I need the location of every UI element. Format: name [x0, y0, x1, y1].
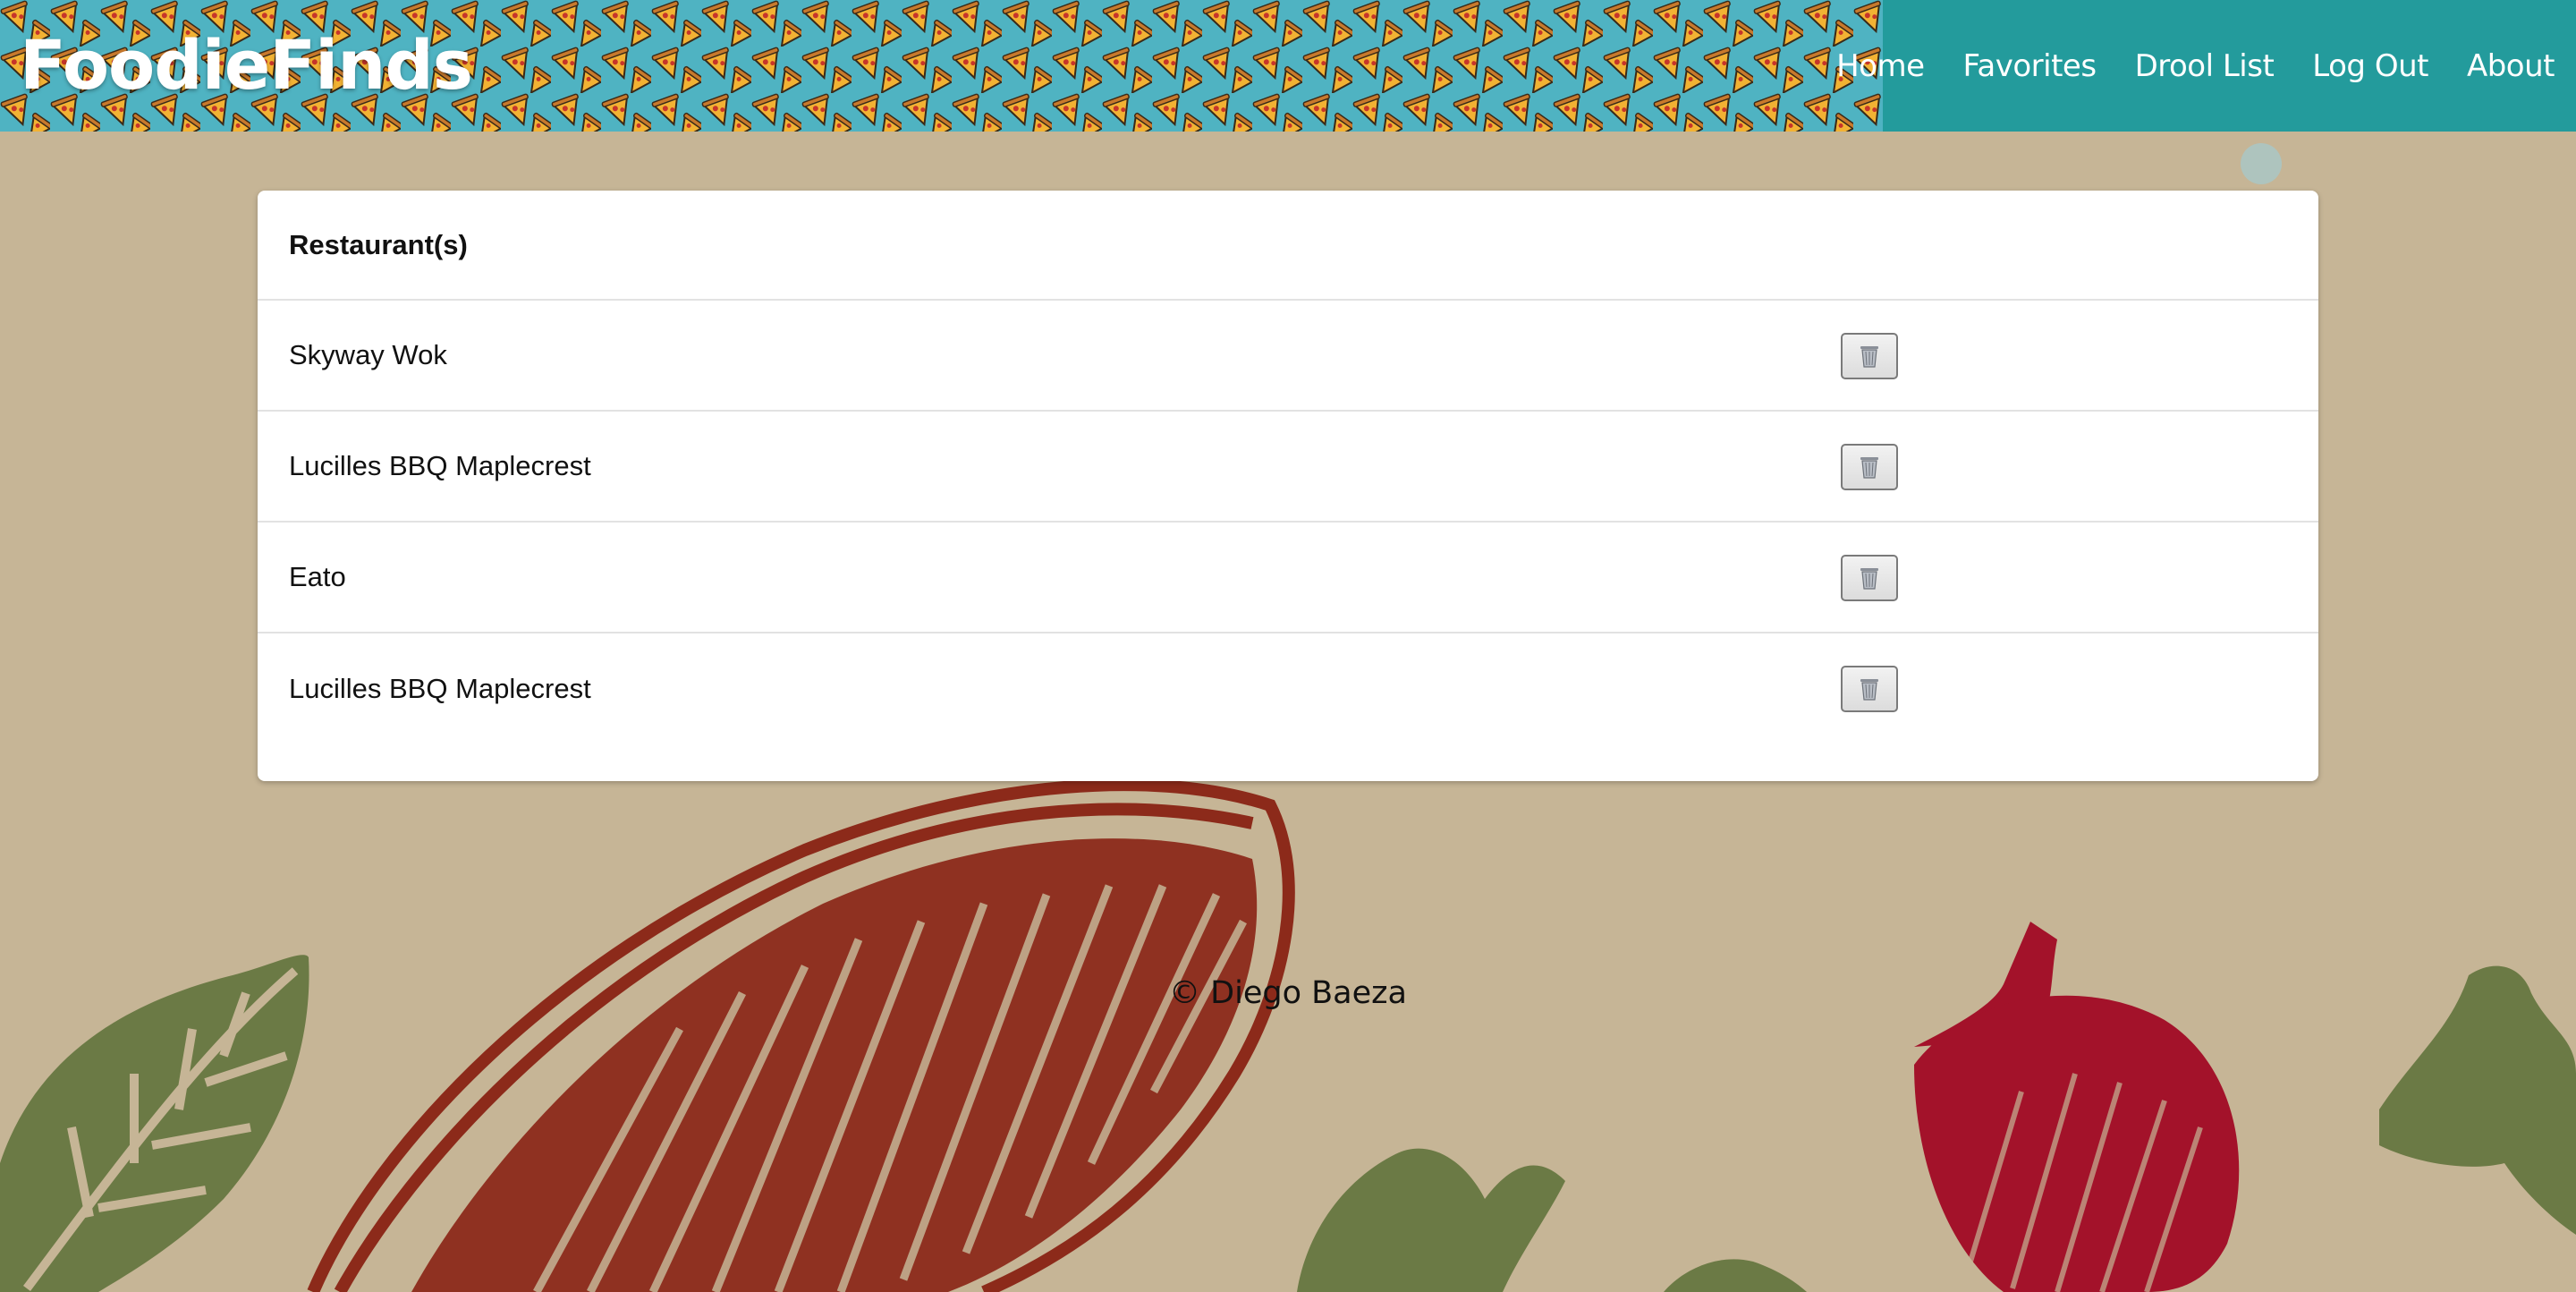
- restaurant-name: Lucilles BBQ Maplecrest: [289, 673, 591, 704]
- site-logo-title[interactable]: FoodieFinds: [20, 25, 473, 106]
- restaurant-name: Lucilles BBQ Maplecrest: [289, 450, 591, 481]
- restaurant-column-header: Restaurant(s): [289, 228, 468, 260]
- restaurant-name: Skyway Wok: [289, 339, 447, 370]
- bread-fill: [411, 838, 1258, 1292]
- trash-icon: [1860, 679, 1878, 701]
- restaurant-row: Eato: [258, 523, 2318, 633]
- table-header: Restaurant(s): [258, 191, 2318, 301]
- nav-favorites-link[interactable]: Favorites: [1962, 48, 2097, 84]
- delete-button[interactable]: [1841, 333, 1898, 379]
- trash-icon: [1860, 346, 1878, 368]
- trash-icon: [1860, 457, 1878, 479]
- trash-icon: [1860, 568, 1878, 590]
- restaurant-name: Eato: [289, 561, 346, 592]
- nav-about-link[interactable]: About: [2467, 48, 2555, 84]
- main-navigation: Home Favorites Drool List Log Out About: [1836, 0, 2576, 132]
- nav-drool-list-link[interactable]: Drool List: [2135, 48, 2275, 84]
- restaurant-row: Lucilles BBQ Maplecrest: [258, 633, 2318, 744]
- footer-copyright: © Diego Baeza: [1169, 975, 1407, 1011]
- delete-button[interactable]: [1841, 555, 1898, 601]
- delete-button[interactable]: [1841, 444, 1898, 490]
- decorative-dot: [2241, 143, 2282, 184]
- herb-illustration-center: [1297, 1148, 1807, 1292]
- restaurant-list-card: Restaurant(s) Skyway Wok Lucilles BBQ Ma…: [258, 191, 2318, 781]
- nav-log-out-link[interactable]: Log Out: [2312, 48, 2428, 84]
- restaurant-row: Skyway Wok: [258, 301, 2318, 412]
- restaurant-row: Lucilles BBQ Maplecrest: [258, 412, 2318, 523]
- site-header: FoodieFinds Home Favorites Drool List Lo…: [0, 0, 2576, 132]
- delete-button[interactable]: [1841, 666, 1898, 712]
- nav-home-link[interactable]: Home: [1836, 48, 1925, 84]
